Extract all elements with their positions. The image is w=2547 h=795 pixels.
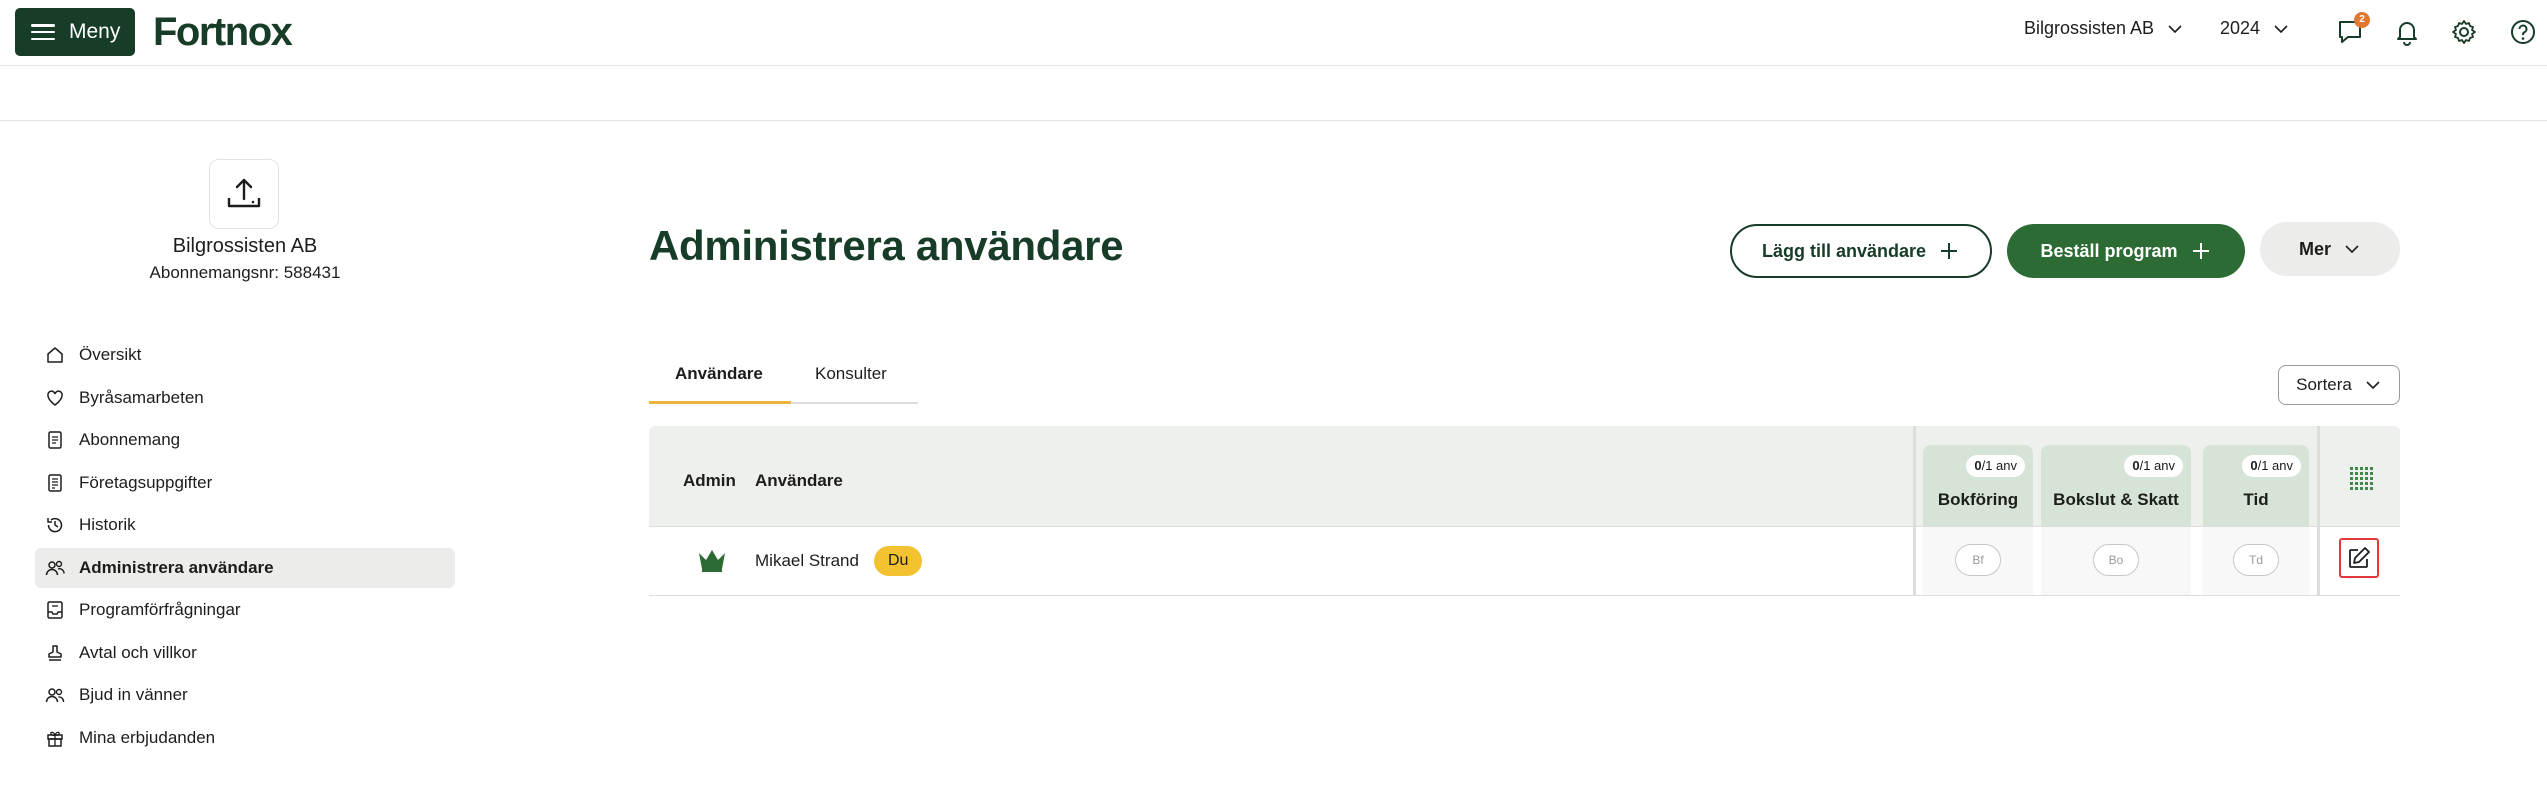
sidebar-item-label: Programförfrågningar [79, 600, 241, 619]
history-icon [45, 515, 65, 535]
user-name[interactable]: Mikael Strand [755, 551, 859, 571]
program-name: Tid [2243, 490, 2269, 509]
sidebar-item-label: Historik [79, 515, 136, 534]
plus-icon [1941, 243, 1958, 259]
company-select-label: Bilgrossisten AB [2024, 18, 2155, 38]
sidebar-item-avtal-och-villkor[interactable]: Avtal och villkor [35, 633, 455, 673]
add-user-label: Lägg till användare [1761, 240, 1927, 261]
company-logo-upload[interactable] [209, 159, 279, 229]
subscription-number: Abonnemangsnr: 588431 [149, 263, 341, 282]
edit-user-button[interactable] [2339, 538, 2379, 578]
program-chip[interactable]: Bf [1955, 544, 2001, 576]
program-header-bokslut-skatt: 0/1 anv Bokslut & Skatt [2041, 445, 2191, 526]
inbox-icon [45, 600, 65, 620]
sort-label: Sortera [2296, 375, 2352, 394]
stamp-icon [45, 643, 65, 663]
sort-button[interactable]: Sortera [2278, 365, 2400, 405]
col-header-admin: Admin [683, 471, 736, 490]
tab-konsulter[interactable]: Konsulter [815, 356, 887, 404]
menu-label: Meny [69, 20, 121, 43]
top-bar: Meny Fortnox Bilgrossisten AB 2024 2 [0, 0, 2547, 66]
sidebar-item-label: Bjud in vänner [79, 685, 188, 704]
sidebar-item-label: Abonnemang [79, 430, 181, 449]
program-chip[interactable]: Bo [2093, 544, 2139, 576]
upload-icon [227, 178, 261, 208]
sidebar-item-label: Översikt [79, 345, 142, 364]
menu-button[interactable]: Meny [15, 8, 135, 56]
sidebar-item-label: Mina erbjudanden [79, 727, 216, 747]
notifications-button[interactable] [2391, 16, 2423, 48]
sidebar: Bilgrossisten AB Abonnemangsnr: 588431 Ö… [0, 121, 470, 795]
year-select-label: 2024 [2220, 18, 2261, 38]
chevron-down-icon [2345, 245, 2359, 254]
bell-icon [2397, 22, 2417, 46]
col-header-user: Användare [755, 471, 843, 490]
sidebar-item-label: Administrera användare [79, 557, 274, 577]
sidebar-item-programforfragningar[interactable]: Programförfrågningar [35, 590, 455, 630]
program-header-tid: 0/1 anv Tid [2203, 445, 2309, 526]
program-chip[interactable]: Td [2233, 544, 2279, 576]
license-count-pill: 0/1 anv [2124, 455, 2183, 477]
sidebar-item-historik[interactable]: Historik [35, 505, 455, 545]
program-cell-tid: Td [2203, 527, 2309, 595]
company-selector[interactable]: Bilgrossisten AB [2024, 18, 2184, 39]
gift-icon [45, 728, 65, 748]
active-tab-indicator [649, 401, 791, 404]
table-header: Admin Användare 0/1 anv Bokföring 0/1 an… [649, 426, 2400, 526]
add-user-button[interactable]: Lägg till användare [1730, 224, 1992, 278]
sidebar-nav: Översikt Byråsamarbeten Abonnemang Föret… [35, 335, 455, 760]
sidebar-item-byrasamarbeten[interactable]: Byråsamarbeten [35, 378, 455, 418]
more-button[interactable]: Mer [2260, 222, 2400, 276]
invite-users-icon [45, 685, 65, 705]
messages-button[interactable]: 2 [2334, 12, 2370, 48]
table-row: Mikael Strand Du Bf Bo Td [649, 526, 2400, 596]
you-badge: Du [874, 546, 923, 576]
sidebar-item-mina-erbjudanden[interactable]: Mina erbjudanden [35, 718, 455, 758]
license-count-pill: 0/1 anv [2242, 455, 2301, 477]
sidebar-item-label: Byråsamarbeten [79, 387, 204, 407]
grid-icon[interactable] [2349, 466, 2373, 490]
order-program-label: Beställ program [2040, 240, 2178, 261]
sidebar-item-abonnemang[interactable]: Abonnemang [35, 420, 455, 460]
year-selector[interactable]: 2024 [2220, 18, 2290, 39]
home-icon [45, 345, 65, 365]
chevron-down-icon [2366, 381, 2380, 390]
help-button[interactable] [2507, 16, 2539, 48]
help-icon [2511, 20, 2535, 44]
program-name: Bokföring [1937, 490, 2019, 509]
user-tabs: Användare Konsulter [649, 356, 918, 404]
sidebar-item-label: Företagsuppgifter [79, 472, 213, 492]
sidebar-item-bjud-in-vanner[interactable]: Bjud in vänner [35, 675, 455, 715]
document-icon [45, 430, 65, 450]
users-table: Admin Användare 0/1 anv Bokföring 0/1 an… [649, 426, 2400, 596]
program-cell-bokslut-skatt: Bo [2041, 527, 2191, 595]
fortnox-logo[interactable]: Fortnox [153, 8, 293, 56]
page-title: Administrera användare [649, 222, 1124, 269]
chevron-down-icon [2168, 24, 2182, 33]
sidebar-item-administrera-anvandare[interactable]: Administrera användare [35, 547, 455, 588]
sidebar-item-foretagsuppgifter[interactable]: Företagsuppgifter [35, 463, 455, 503]
program-name: Bokslut & Skatt [2053, 490, 2179, 509]
tab-anvandare[interactable]: Användare [675, 356, 763, 404]
heart-icon [45, 388, 65, 408]
users-icon [45, 558, 65, 578]
messages-badge: 2 [2354, 12, 2370, 28]
edit-icon [2349, 547, 2370, 568]
hamburger-icon [31, 24, 55, 40]
sub-bar [0, 66, 2547, 121]
license-count-pill: 0/1 anv [1966, 455, 2025, 477]
chevron-down-icon [2274, 24, 2288, 33]
document-list-icon [45, 473, 65, 493]
order-program-button[interactable]: Beställ program [2007, 224, 2245, 278]
plus-icon [2192, 243, 2209, 259]
settings-button[interactable] [2448, 16, 2480, 48]
sidebar-item-oversikt[interactable]: Översikt [35, 335, 455, 375]
program-header-bokforing: 0/1 anv Bokföring [1923, 445, 2033, 526]
more-label: Mer [2298, 238, 2331, 259]
sidebar-company-name: Bilgrossisten AB [172, 235, 318, 257]
sidebar-item-label: Avtal och villkor [79, 642, 197, 662]
crown-icon [699, 550, 725, 572]
gear-icon [2452, 20, 2476, 44]
program-cell-bokforing: Bf [1923, 527, 2033, 595]
